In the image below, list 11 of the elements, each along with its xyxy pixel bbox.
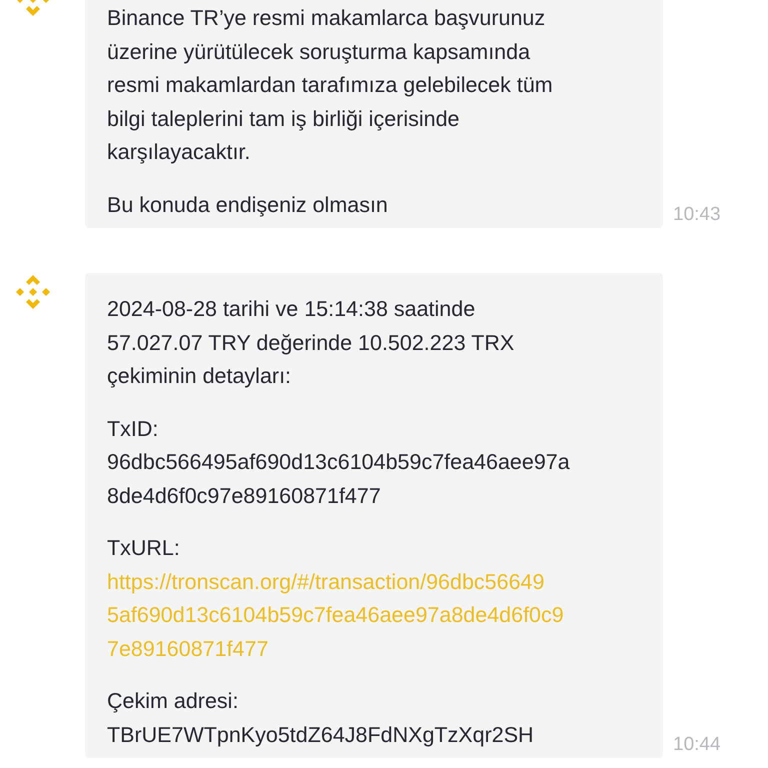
field-label: TxURL:	[107, 535, 181, 562]
field-label: Çekim adresi:	[107, 688, 240, 715]
message-text: 2024-08-28 tarihi ve 15:14:38 saatinde 57.027.07 TRY değerinde 10.502.223 TRX çekiminin detayları:	[107, 296, 516, 390]
message-time: 10:44	[673, 734, 721, 756]
transaction-link[interactable]: https://tronscan.org/#/transaction/96dbc56649 5af690d13c6104b59c7fea46aee97a8de4d6f0c9 7e89160871f477	[107, 566, 641, 666]
field-value: TBrUE7WTpnKyo5tdZ64J8FdNXgTzXqr2SH	[107, 722, 535, 748]
message-time: 10:43	[673, 204, 721, 226]
field-value: 96dbc566495af690d13c6104b59c7fea46aee97a 8de4d6f0c97e89160871f477	[107, 449, 571, 510]
message-text: Bu konuda endişeniz olmasın	[107, 192, 389, 218]
message-text: Binance TR’ye resmi makamlarca başvurunuz üzerine yürütülecek soruşturma kapsamında resmi makamlardan tarafımıza gelebilecek tüm bilgi taleplerini tam iş birliği içerisinde karşılayacaktır.	[107, 5, 554, 166]
field-label: TxID:	[107, 416, 160, 442]
